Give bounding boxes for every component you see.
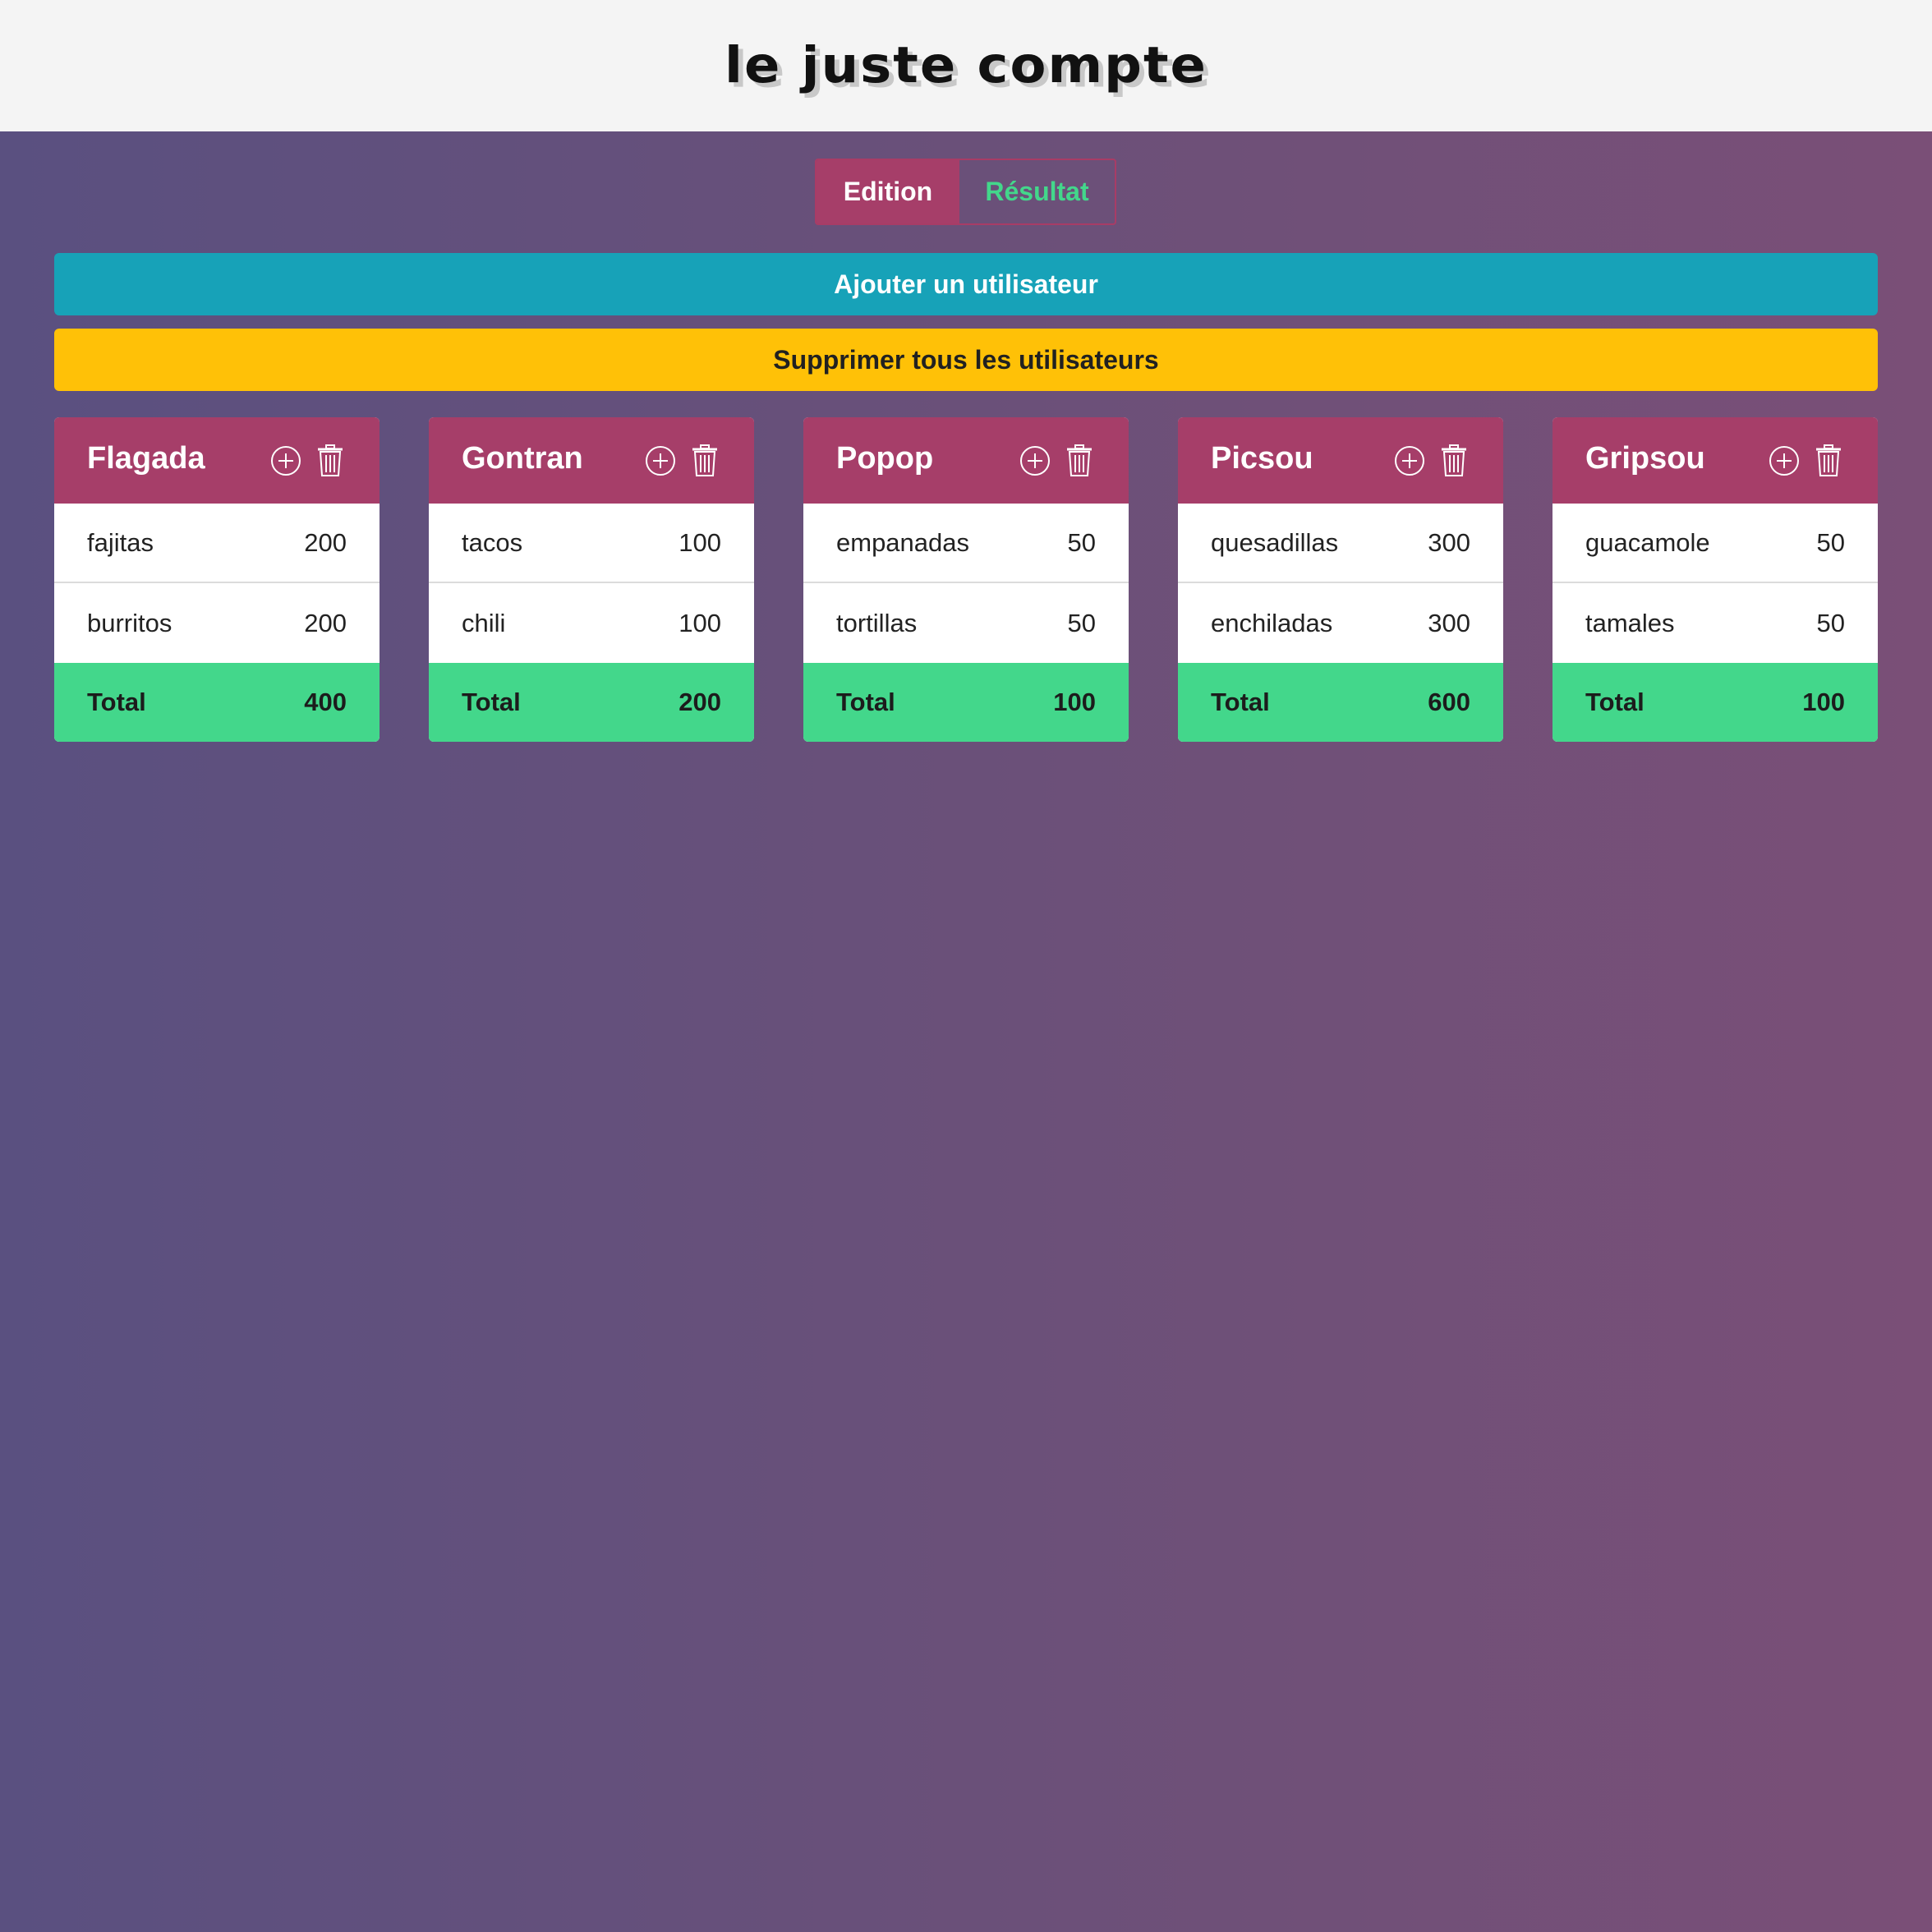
user-card-header: Flagada [54, 417, 380, 504]
expense-row[interactable]: chili 100 [429, 583, 754, 663]
app-title: le juste compte [724, 36, 1208, 95]
expense-amount: 300 [1428, 608, 1470, 637]
expense-amount: 50 [1067, 608, 1096, 637]
total-label: Total [1211, 688, 1270, 716]
total-amount: 400 [304, 688, 347, 716]
tab-edition[interactable]: Edition [816, 160, 959, 223]
add-expense-button[interactable] [1019, 444, 1051, 478]
expense-label: enchiladas [1211, 608, 1333, 637]
total-row: Total 400 [54, 663, 380, 742]
tab-resultat[interactable]: Résultat [959, 160, 1115, 223]
expense-label: fajitas [87, 527, 154, 557]
plus-circle-icon [1020, 445, 1050, 476]
total-amount: 600 [1428, 688, 1470, 716]
user-name: Popop [836, 441, 934, 476]
delete-all-users-button[interactable]: Supprimer tous les utilisateurs [54, 329, 1878, 391]
expense-row[interactable]: empanadas 50 [803, 504, 1129, 583]
total-label: Total [1585, 688, 1644, 716]
app-header: le juste compte [0, 0, 1932, 131]
expense-row[interactable]: tamales 50 [1552, 583, 1878, 663]
trash-icon [692, 444, 717, 476]
plus-circle-icon [1395, 445, 1424, 476]
user-name: Picsou [1211, 441, 1313, 476]
total-amount: 200 [678, 688, 721, 716]
expense-row[interactable]: enchiladas 300 [1178, 583, 1503, 663]
total-label: Total [87, 688, 146, 716]
expense-label: empanadas [836, 527, 970, 557]
expense-row[interactable]: fajitas 200 [54, 504, 380, 583]
expense-amount: 200 [304, 608, 347, 637]
user-cards: Flagada fajitas 200 burritos 200 Total 4… [54, 417, 1878, 742]
delete-user-button[interactable] [1438, 444, 1470, 478]
add-expense-button[interactable] [269, 444, 302, 478]
user-name: Flagada [87, 441, 205, 476]
expense-amount: 300 [1428, 527, 1470, 557]
total-amount: 100 [1053, 688, 1096, 716]
total-row: Total 600 [1178, 663, 1503, 742]
expense-amount: 200 [304, 527, 347, 557]
total-row: Total 100 [1552, 663, 1878, 742]
expense-amount: 50 [1816, 527, 1845, 557]
expense-row[interactable]: tacos 100 [429, 504, 754, 583]
trash-icon [318, 444, 343, 476]
trash-icon [1442, 444, 1466, 476]
delete-user-button[interactable] [314, 444, 347, 478]
user-card: Gontran tacos 100 chili 100 Total 200 [429, 417, 754, 742]
expense-amount: 50 [1816, 608, 1845, 637]
user-name: Gontran [462, 441, 583, 476]
total-label: Total [836, 688, 895, 716]
delete-user-button[interactable] [1812, 444, 1845, 478]
user-card: Gripsou guacamole 50 tamales 50 Total 10… [1552, 417, 1878, 742]
user-card: Popop empanadas 50 tortillas 50 Total 10… [803, 417, 1129, 742]
user-card: Picsou quesadillas 300 enchiladas 300 To… [1178, 417, 1503, 742]
expense-row[interactable]: tortillas 50 [803, 583, 1129, 663]
total-row: Total 200 [429, 663, 754, 742]
user-card: Flagada fajitas 200 burritos 200 Total 4… [54, 417, 380, 742]
trash-icon [1816, 444, 1841, 476]
user-card-header: Popop [803, 417, 1129, 504]
add-expense-button[interactable] [1768, 444, 1801, 478]
add-user-button[interactable]: Ajouter un utilisateur [54, 253, 1878, 315]
total-amount: 100 [1802, 688, 1845, 716]
trash-icon [1067, 444, 1092, 476]
view-tabs: Edition Résultat [815, 159, 1116, 225]
add-expense-button[interactable] [644, 444, 677, 478]
expense-amount: 50 [1067, 527, 1096, 557]
expense-amount: 100 [678, 527, 721, 557]
plus-circle-icon [646, 445, 675, 476]
user-card-header: Gripsou [1552, 417, 1878, 504]
plus-circle-icon [1769, 445, 1799, 476]
user-card-header: Gontran [429, 417, 754, 504]
user-card-header: Picsou [1178, 417, 1503, 504]
expense-label: tacos [462, 527, 523, 557]
expense-label: tamales [1585, 608, 1675, 637]
user-name: Gripsou [1585, 441, 1705, 476]
delete-user-button[interactable] [688, 444, 721, 478]
expense-label: burritos [87, 608, 172, 637]
expense-row[interactable]: burritos 200 [54, 583, 380, 663]
total-label: Total [462, 688, 521, 716]
plus-circle-icon [271, 445, 301, 476]
expense-label: tortillas [836, 608, 918, 637]
total-row: Total 100 [803, 663, 1129, 742]
expense-row[interactable]: guacamole 50 [1552, 504, 1878, 583]
expense-label: chili [462, 608, 506, 637]
add-expense-button[interactable] [1393, 444, 1426, 478]
delete-user-button[interactable] [1063, 444, 1096, 478]
expense-row[interactable]: quesadillas 300 [1178, 504, 1503, 583]
expense-label: quesadillas [1211, 527, 1339, 557]
expense-label: guacamole [1585, 527, 1710, 557]
expense-amount: 100 [678, 608, 721, 637]
